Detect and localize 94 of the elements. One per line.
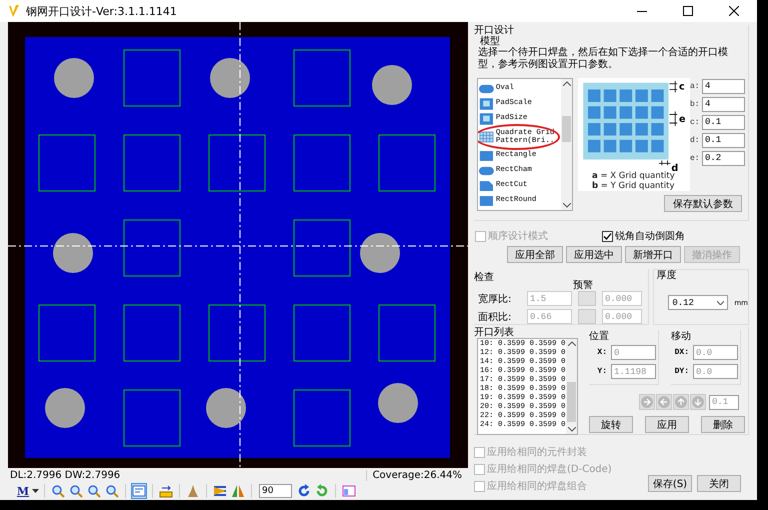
window-title: 钢网开口设计-Ver:3.1.1.1141: [26, 4, 177, 18]
group-title: 开口列表: [474, 327, 514, 338]
param-label: d:: [690, 136, 701, 144]
group-title: 模型: [480, 36, 500, 47]
model-icon: [479, 150, 494, 162]
ruler-icon: [159, 484, 173, 498]
dimension-label: e: [679, 114, 686, 126]
legend-text: a = X Grid quantity: [591, 171, 676, 181]
flip-horizontal-icon: [213, 484, 227, 498]
model-icon: [479, 180, 494, 192]
scrollbar-thumb[interactable]: [562, 116, 571, 142]
caret-icon[interactable]: [717, 300, 724, 304]
scroll-down-icon[interactable]: [562, 203, 570, 208]
model-icon: [479, 82, 494, 94]
app-logo-icon: [8, 4, 20, 18]
param-field[interactable]: 0.1: [702, 132, 745, 148]
close-icon[interactable]: [729, 6, 739, 16]
scroll-down-icon[interactable]: [568, 427, 576, 432]
model-icon: [479, 164, 494, 176]
dimension-label: d: [671, 163, 678, 171]
dimensions-readout: DL:2.7996 DW:2.7996: [10, 470, 120, 480]
param-field[interactable]: 0.1: [702, 114, 745, 130]
coordinate-label: X:: [596, 348, 608, 357]
tool-button[interactable]: [131, 483, 147, 499]
arrow-icon: [641, 396, 653, 408]
checkbox[interactable]: 锐角自动倒圆角: [602, 229, 685, 243]
thickness-dropdown[interactable]: 0.12: [668, 295, 728, 310]
caret-icon[interactable]: [32, 489, 39, 493]
scroll-up-icon[interactable]: [562, 81, 570, 86]
param-label: c:: [690, 118, 701, 126]
group-title: 位置: [589, 331, 609, 342]
scrollbar[interactable]: [566, 339, 577, 434]
tool-button[interactable]: [86, 483, 102, 499]
list-action-button[interactable]: 删除: [701, 416, 745, 433]
model-icon: [479, 194, 494, 206]
coordinate-label: DX:: [674, 348, 690, 357]
save-defaults-button[interactable]: 保存默认参数: [664, 195, 742, 212]
param-field[interactable]: 4: [702, 96, 745, 112]
param-label: a:: [690, 82, 701, 90]
zoom-icon: [51, 484, 65, 498]
arrow-icon: [658, 396, 670, 408]
tool-button[interactable]: [158, 483, 174, 499]
legend-text: b = Y Grid quantity: [591, 181, 676, 191]
panel-icon: [342, 484, 356, 498]
zoom-icon: [87, 484, 101, 498]
scrollbar-thumb[interactable]: [567, 382, 576, 422]
tool-button[interactable]: [104, 483, 120, 499]
flip-vertical-icon: [231, 484, 245, 498]
coordinate-label: DY:: [674, 367, 690, 376]
param-label: e:: [690, 154, 701, 162]
action-button[interactable]: 应用全部: [507, 246, 563, 263]
zoom-icon: [69, 484, 83, 498]
scroll-up-icon[interactable]: [568, 341, 576, 346]
model-icon: [479, 98, 494, 110]
model-icon: [479, 112, 494, 124]
param-field[interactable]: 0.2: [702, 150, 745, 166]
group-title: 移动: [671, 331, 691, 342]
param-field[interactable]: 4: [702, 78, 745, 94]
action-button[interactable]: 应用选中: [566, 246, 622, 263]
ratio-label: 面积比:: [478, 310, 512, 324]
angle-field[interactable]: 90: [259, 484, 292, 498]
group-title: 厚度: [656, 270, 676, 281]
tool-button[interactable]: [212, 483, 228, 499]
group-title: 开口设计: [474, 25, 514, 36]
tool-button[interactable]: [341, 483, 357, 499]
view-window-icon: [132, 484, 146, 498]
tool-button[interactable]: [50, 483, 66, 499]
zoom-icon: [105, 484, 119, 498]
warning-color-button[interactable]: [578, 309, 596, 324]
model-icon: [479, 131, 494, 143]
arrow-icon: [692, 396, 704, 408]
dialog-button[interactable]: 关闭: [697, 475, 741, 492]
tool-button[interactable]: [68, 483, 84, 499]
param-label: b:: [690, 100, 701, 108]
arrow-icon: [675, 396, 687, 408]
tool-button[interactable]: [296, 483, 312, 499]
dimension-label: c: [679, 82, 685, 92]
list-action-button[interactable]: 旋转: [589, 416, 633, 433]
mode-label[interactable]: M: [16, 484, 30, 498]
scrollbar[interactable]: [561, 79, 572, 210]
list-action-button[interactable]: 应用: [645, 416, 689, 433]
checkmark-icon: [603, 232, 612, 240]
dialog-button[interactable]: 保存(S): [648, 475, 692, 492]
action-button[interactable]: 新增开口: [625, 246, 681, 263]
warning-label: 预警: [573, 279, 593, 292]
warning-color-button[interactable]: [578, 291, 596, 306]
group-title: 检查: [474, 272, 494, 283]
coordinate-label: Y:: [596, 367, 608, 376]
maximize-icon[interactable]: [683, 6, 693, 16]
ratio-label: 宽厚比:: [478, 292, 512, 306]
brush-icon: [186, 484, 200, 498]
rotate-counterclockwise-icon: [315, 484, 329, 498]
description-text: 选择一个待开口焊盘，然后在如下选择一个合适的开口模型，参考示例图设置开口参数。: [478, 47, 729, 71]
rotate-clockwise-icon: [297, 484, 311, 498]
